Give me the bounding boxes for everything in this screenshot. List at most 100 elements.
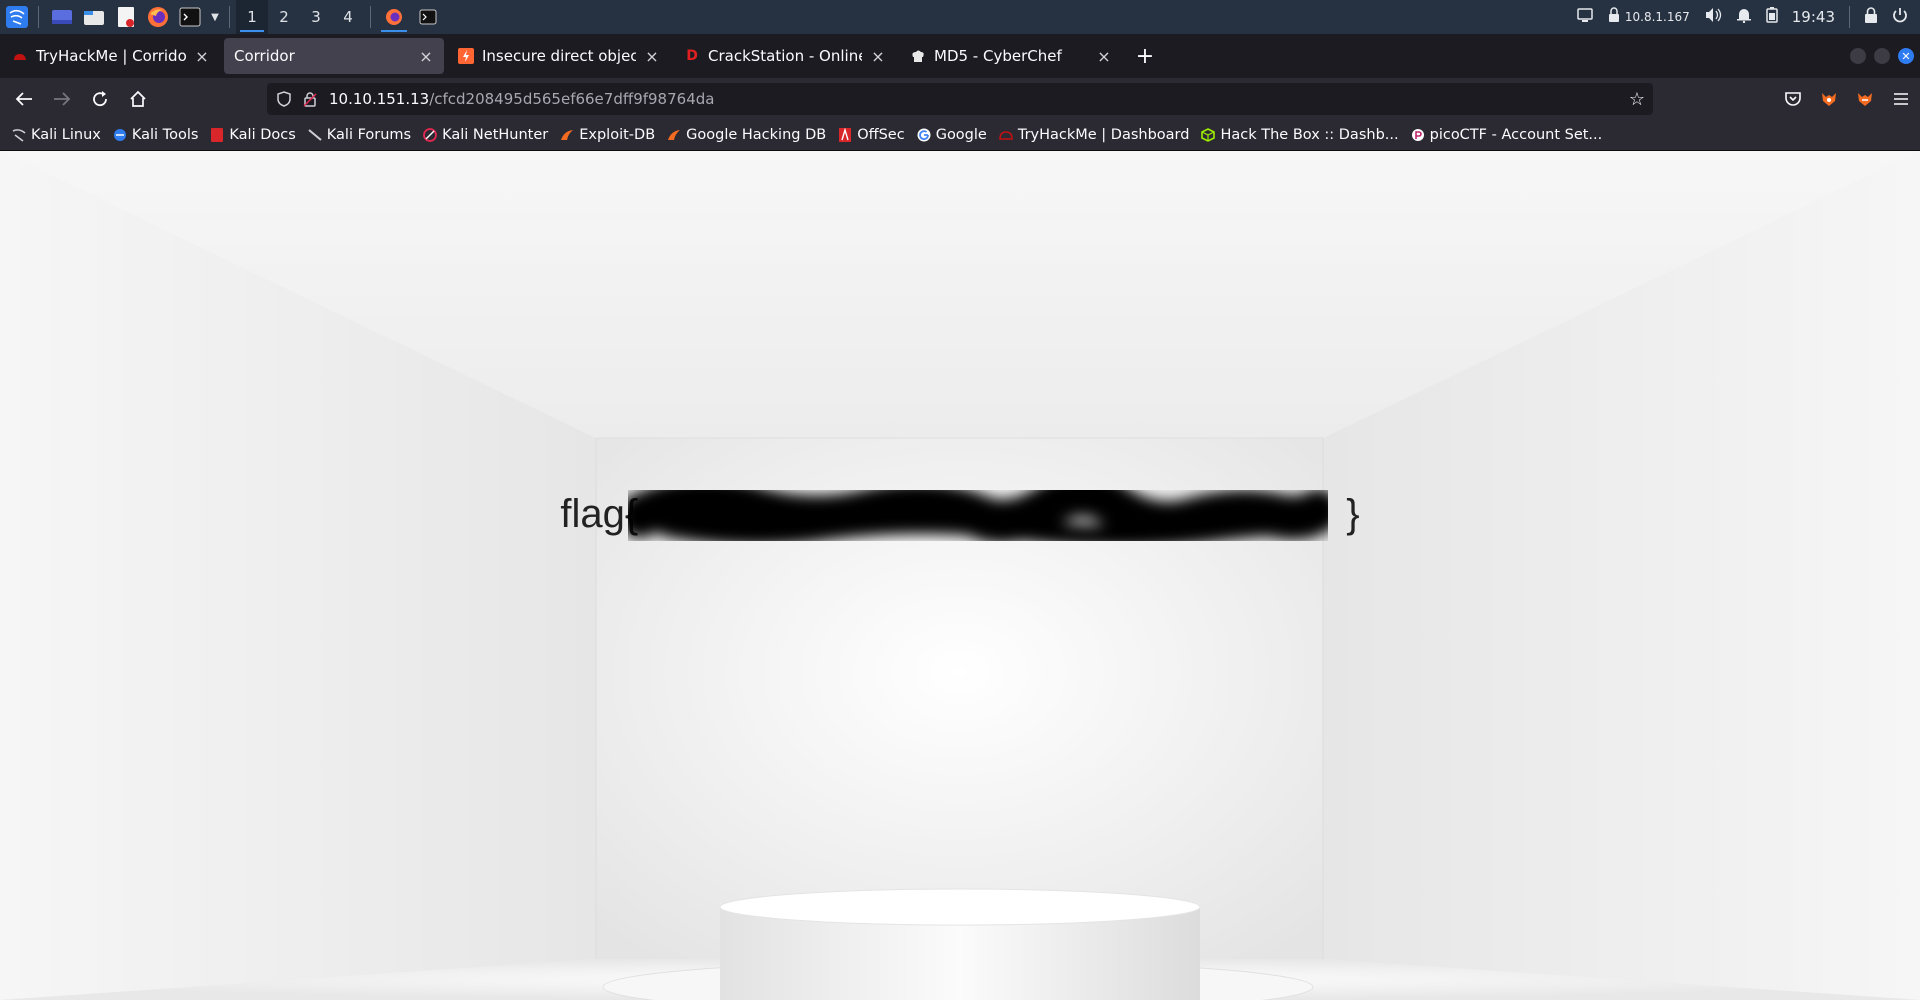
flag-suffix: } [1346,492,1360,536]
kali-docs-icon [210,128,224,142]
reload-button[interactable] [82,81,118,117]
vpn-ip-address: 10.8.1.167 [1624,10,1690,24]
tab-corridor[interactable]: Corridor × [224,38,444,74]
bookmark-label: Google Hacking DB [686,127,827,143]
bookmark-label: Kali Linux [31,127,101,143]
crackstation-icon: D [686,48,698,64]
picoctf-icon [1411,128,1425,142]
bookmark-hack-the-box[interactable]: Hack The Box :: Dashb... [1195,127,1404,143]
workspace-4[interactable]: 4 [332,0,364,34]
tab-crackstation[interactable]: D CrackStation - Online Pass × [674,38,896,74]
tab-title: Insecure direct object refe [482,47,636,65]
text-editor-icon[interactable] [111,2,141,32]
new-tab-button[interactable]: + [1130,44,1160,69]
tab-strip: TryHackMe | Corridor × Corridor × Insecu… [0,34,1920,78]
bookmark-kali-linux[interactable]: Kali Linux [6,127,107,143]
bookmark-kali-forums[interactable]: Kali Forums [302,127,417,143]
system-taskbar: ▼ 1 2 3 4 10.8.1.167 19:43 [0,0,1920,34]
hamburger-menu-icon[interactable] [1890,88,1912,110]
url-bar[interactable]: 10.10.151.13/cfcd208495d565ef66e7dff9f98… [267,83,1653,115]
shield-icon[interactable] [271,91,297,107]
close-icon[interactable]: × [418,47,434,66]
kali-icon [12,128,26,142]
bookmark-offsec[interactable]: OffSec [832,127,911,143]
nethunter-icon [423,128,438,142]
bookmark-label: Kali Tools [131,127,199,143]
kali-forums-icon [308,128,322,142]
url-host: 10.10.151.13 [329,90,430,108]
bookmark-picoctf[interactable]: picoCTF - Account Set... [1405,127,1609,143]
lock-icon[interactable] [1864,7,1878,27]
battery-icon[interactable] [1766,7,1778,27]
bookmark-tryhackme-dashboard[interactable]: TryHackMe | Dashboard [993,127,1196,143]
offsec-icon [838,128,852,142]
tab-title: TryHackMe | Corridor [36,47,186,65]
bookmark-label: Hack The Box :: Dashb... [1220,127,1399,143]
workspace-switcher: 1 2 3 4 [236,0,364,34]
bookmarks-toolbar: Kali Linux Kali Tools Kali Docs Kali For… [0,120,1920,151]
tab-title: Corridor [234,47,295,65]
window-close-button[interactable]: ✕ [1898,48,1914,64]
ghdb-icon [667,128,681,142]
bell-icon[interactable] [1736,7,1752,27]
url-path: /cfcd208495d565ef66e7dff9f98764da [429,90,715,108]
corridor-background [0,151,1920,1000]
bookmark-kali-docs[interactable]: Kali Docs [204,127,301,143]
bookmark-google[interactable]: Google [911,127,993,143]
bookmark-kali-nethunter[interactable]: Kali NetHunter [417,127,554,143]
redaction-scribble [628,472,1328,548]
foxy-extension-icon[interactable] [1854,88,1876,110]
bookmark-label: picoCTF - Account Set... [1429,127,1603,143]
clock[interactable]: 19:43 [1792,8,1835,26]
portswigger-icon [458,48,474,64]
firefox-icon[interactable] [143,2,173,32]
bookmark-label: Exploit-DB [579,127,656,143]
minimize-button[interactable] [1850,48,1866,64]
close-icon[interactable]: × [194,47,210,66]
bookmark-star-icon[interactable]: ☆ [1629,89,1645,110]
bookmark-label: Kali Forums [326,127,412,143]
lock-warning-icon[interactable] [297,91,323,107]
maximize-button[interactable] [1874,48,1890,64]
bookmark-label: TryHackMe | Dashboard [1017,127,1190,143]
page-content: flag{} [0,151,1920,1000]
close-icon[interactable]: × [1096,47,1112,66]
back-button[interactable] [6,81,42,117]
workspace-2[interactable]: 2 [268,0,300,34]
bookmark-kali-tools[interactable]: Kali Tools [107,127,205,143]
volume-icon[interactable] [1704,7,1722,27]
bookmark-label: Kali NetHunter [442,127,549,143]
bookmark-label: OffSec [857,127,905,143]
forward-button[interactable] [44,81,80,117]
workspace-3[interactable]: 3 [300,0,332,34]
bookmark-label: Google [935,127,987,143]
kali-menu-icon[interactable] [2,2,32,32]
tab-cyberchef[interactable]: MD5 - CyberChef × [900,38,1122,74]
navigation-toolbar: 10.10.151.13/cfcd208495d565ef66e7dff9f98… [0,78,1920,120]
workspace-1[interactable]: 1 [236,0,268,34]
bookmark-label: Kali Docs [229,127,296,143]
taskbar-terminal-window[interactable] [411,0,445,34]
kali-tools-icon [113,128,127,142]
cyberchef-icon [910,48,926,64]
display-icon[interactable] [1577,8,1593,26]
thm-icon [12,48,28,64]
bookmark-exploit-db[interactable]: Exploit-DB [554,127,661,143]
exploitdb-icon [560,128,574,142]
terminal-icon[interactable] [175,2,205,32]
bookmark-google-hacking-db[interactable]: Google Hacking DB [661,127,832,143]
google-icon [917,128,931,142]
file-manager-icon[interactable] [79,2,109,32]
tab-tryhackme-corridor[interactable]: TryHackMe | Corridor × [2,38,220,74]
foxyproxy-icon[interactable] [1818,88,1840,110]
chevron-down-icon[interactable]: ▼ [207,2,223,32]
taskbar-firefox-window[interactable] [377,0,411,34]
power-icon[interactable] [1892,7,1908,27]
vpn-icon[interactable] [1607,7,1621,27]
pocket-icon[interactable] [1782,88,1804,110]
close-icon[interactable]: × [870,47,886,66]
tab-idor[interactable]: Insecure direct object refe × [448,38,670,74]
home-button[interactable] [120,81,156,117]
close-icon[interactable]: × [644,47,660,66]
desktop-icon[interactable] [47,2,77,32]
